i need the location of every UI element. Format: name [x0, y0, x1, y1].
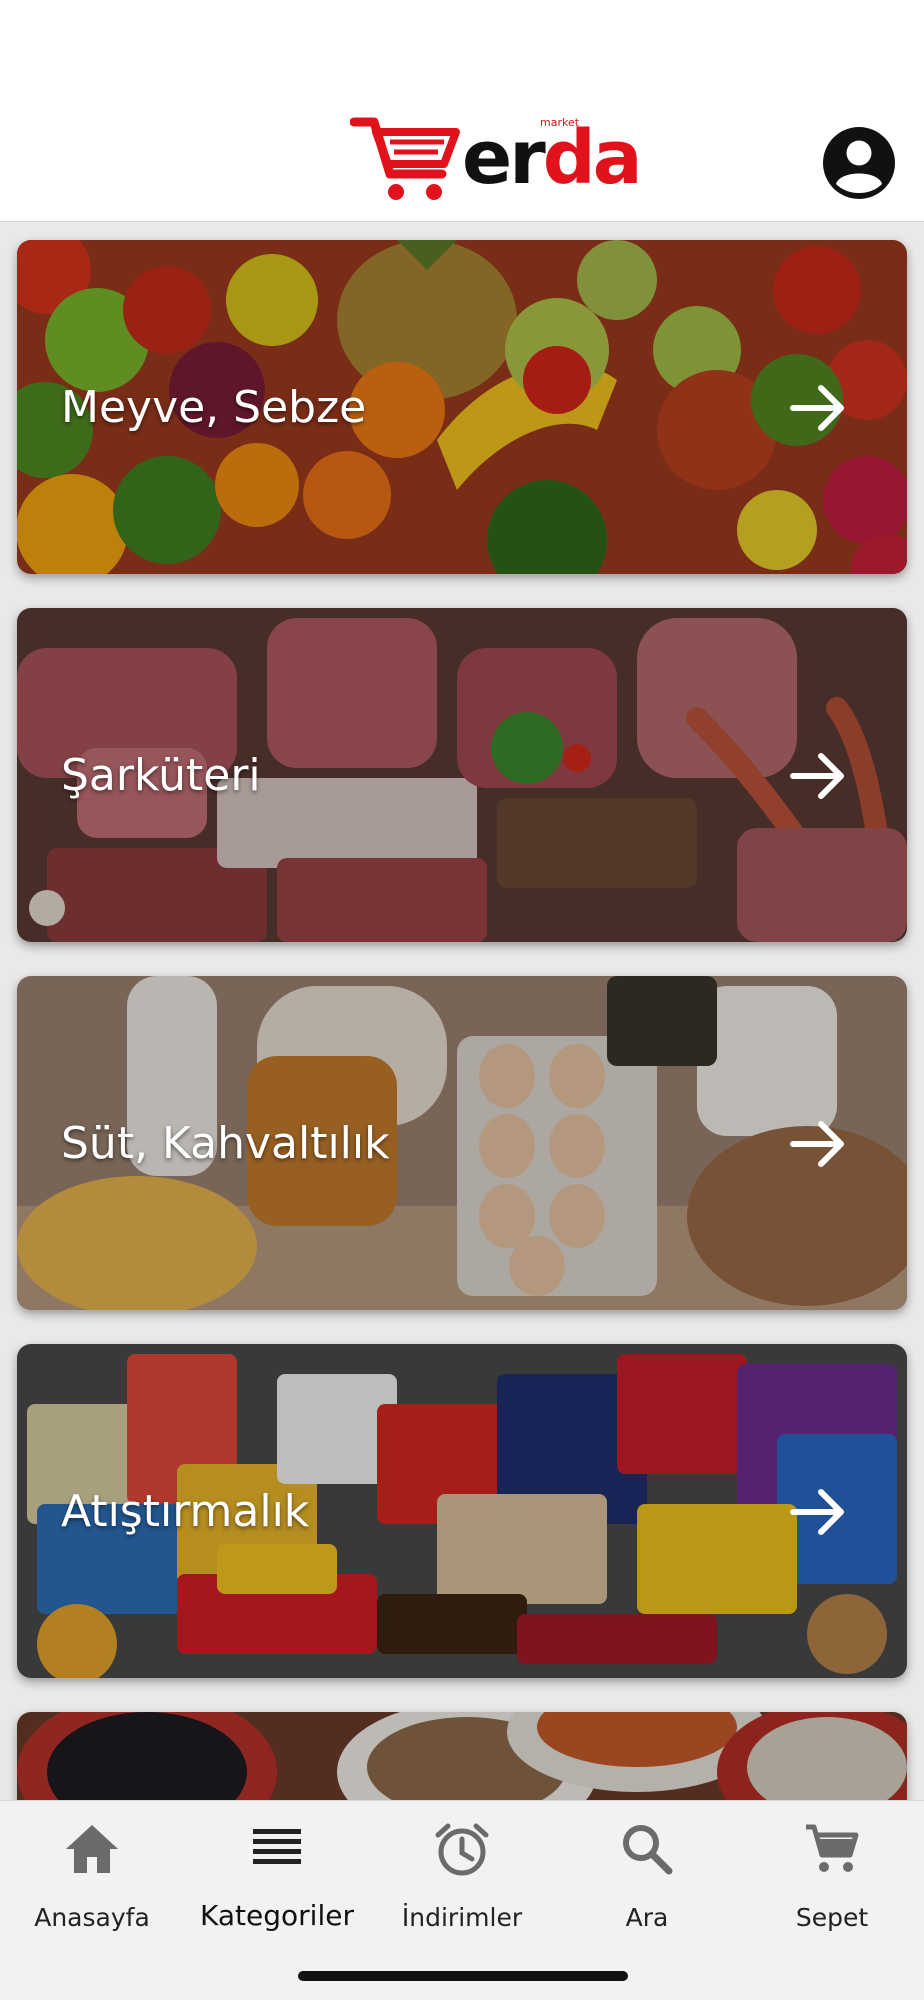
tab-label: Anasayfa — [34, 1903, 150, 1932]
cart-logo-icon — [350, 117, 460, 200]
home-indicator[interactable] — [298, 1971, 628, 1981]
arrow-right-icon — [790, 1489, 844, 1535]
arrow-right-icon — [790, 753, 844, 799]
home-icon — [66, 1825, 118, 1873]
tab-anasayfa[interactable]: Anasayfa — [0, 1819, 184, 1939]
category-card-legumes[interactable] — [17, 1712, 907, 1800]
category-card-sut-kahvaltilik[interactable]: Süt, Kahvaltılık — [17, 976, 907, 1310]
category-title: Meyve, Sebze — [61, 382, 367, 433]
tab-label: Kategoriler — [200, 1899, 354, 1932]
erda-market-logo[interactable]: erda market — [350, 112, 643, 208]
bottom-tab-bar: Anasayfa Kategoriler İndirimler Ara Sepe… — [0, 1800, 924, 2000]
category-card-sarkuteri[interactable]: Şarküteri — [17, 608, 907, 942]
app-header: erda market — [0, 0, 924, 222]
tab-ara[interactable]: Ara — [555, 1819, 739, 1939]
alarm-clock-icon — [435, 1823, 489, 1876]
account-circle-icon[interactable] — [822, 126, 896, 200]
cart-icon — [806, 1824, 859, 1872]
arrow-right-icon — [790, 1121, 844, 1167]
category-list[interactable]: Meyve, Sebze Şarküteri Süt, Kahvaltılık … — [0, 224, 924, 1800]
category-card-atistirmalik[interactable]: Atıştırmalık — [17, 1344, 907, 1678]
app-screen: erda market Meyve, Sebze Şarküteri Süt, … — [0, 0, 924, 2000]
tab-label: Sepet — [795, 1903, 869, 1932]
category-title: Atıştırmalık — [61, 1486, 310, 1537]
tab-sepet[interactable]: Sepet — [740, 1819, 924, 1939]
tab-kategoriler[interactable]: Kategoriler — [185, 1819, 369, 1939]
search-icon — [623, 1825, 673, 1875]
logo-wordmark: erda — [462, 115, 643, 201]
category-title: Şarküteri — [61, 750, 261, 801]
list-icon — [253, 1829, 301, 1864]
tab-label: Ara — [625, 1903, 669, 1932]
category-title: Süt, Kahvaltılık — [61, 1118, 390, 1169]
category-card-meyve-sebze[interactable]: Meyve, Sebze — [17, 240, 907, 574]
tab-indirimler[interactable]: İndirimler — [370, 1819, 554, 1939]
arrow-right-icon — [790, 385, 844, 431]
card-overlay — [17, 1712, 907, 1800]
logo-market-text: market — [540, 116, 580, 129]
tab-label: İndirimler — [401, 1903, 523, 1932]
logo-er: er — [462, 115, 546, 201]
